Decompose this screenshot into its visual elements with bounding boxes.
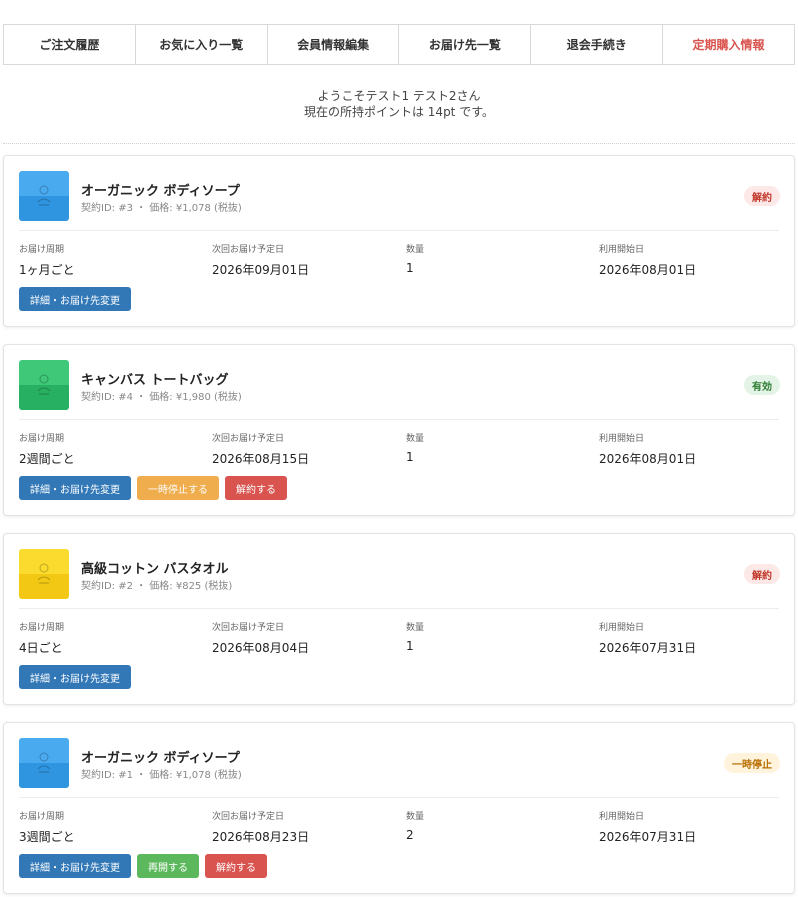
status-badge: 解約 [744, 186, 780, 206]
quantity: 数量 1 [406, 434, 425, 464]
status-badge: 有効 [744, 375, 780, 395]
start-date: 利用開始日 2026年08月01日 [599, 434, 697, 466]
start-date: 利用開始日 2026年07月31日 [599, 812, 697, 844]
welcome-greeting: ようこそテスト1 テスト2さん [317, 89, 481, 103]
contract-meta: 契約ID: #4 ・ 価格: ¥1,980 (税抜) [81, 392, 242, 403]
tab-delivery-addresses[interactable]: お届け先一覧 [399, 25, 532, 64]
card-actions: 詳細・お届け先変更 [19, 665, 131, 689]
card-divider [19, 797, 779, 798]
placeholder-image-icon [37, 185, 51, 206]
card-divider [19, 419, 779, 420]
subscription-card: 高級コットン バスタオル 契約ID: #2 ・ 価格: ¥825 (税抜) 解約… [3, 533, 795, 705]
quantity: 数量 1 [406, 623, 425, 653]
cancel-subscription-button[interactable]: 解約する [225, 476, 287, 500]
tab-order-history[interactable]: ご注文履歴 [4, 25, 136, 64]
contract-meta: 契約ID: #2 ・ 価格: ¥825 (税抜) [81, 581, 233, 592]
start-date: 利用開始日 2026年08月01日 [599, 245, 697, 277]
contract-meta: 契約ID: #1 ・ 価格: ¥1,078 (税抜) [81, 770, 242, 781]
tab-member-edit[interactable]: 会員情報編集 [267, 25, 400, 64]
subscription-card: オーガニック ボディソープ 契約ID: #1 ・ 価格: ¥1,078 (税抜)… [3, 722, 795, 894]
next-delivery-date: 次回お届け予定日 2026年08月15日 [212, 434, 310, 466]
delivery-cycle: お届け周期 2週間ごと [19, 434, 75, 466]
status-badge: 一時停止 [724, 753, 780, 773]
resume-button[interactable]: 再開する [137, 854, 199, 878]
tab-subscriptions[interactable]: 定期購入情報 [663, 25, 794, 64]
subscription-card: キャンバス トートバッグ 契約ID: #4 ・ 価格: ¥1,980 (税抜) … [3, 344, 795, 516]
delivery-cycle: お届け周期 1ヶ月ごと [19, 245, 75, 277]
points-balance: 現在の所持ポイントは 14pt です。 [303, 105, 495, 119]
product-name: キャンバス トートバッグ [81, 373, 229, 388]
next-delivery-date: 次回お届け予定日 2026年08月04日 [212, 623, 310, 655]
delivery-cycle: お届け周期 3週間ごと [19, 812, 75, 844]
contract-meta: 契約ID: #3 ・ 価格: ¥1,078 (税抜) [81, 203, 242, 214]
tab-favorites[interactable]: お気に入り一覧 [135, 25, 268, 64]
product-name: オーガニック ボディソープ [81, 751, 240, 766]
card-actions: 詳細・お届け先変更 再開する 解約する [19, 854, 267, 878]
start-date: 利用開始日 2026年07月31日 [599, 623, 697, 655]
product-thumbnail [19, 171, 69, 221]
detail-change-address-button[interactable]: 詳細・お届け先変更 [19, 287, 131, 311]
product-name: オーガニック ボディソープ [81, 184, 240, 199]
detail-change-address-button[interactable]: 詳細・お届け先変更 [19, 476, 131, 500]
product-thumbnail [19, 549, 69, 599]
pause-button[interactable]: 一時停止する [137, 476, 219, 500]
card-actions: 詳細・お届け先変更 一時停止する 解約する [19, 476, 287, 500]
detail-change-address-button[interactable]: 詳細・お届け先変更 [19, 665, 131, 689]
product-name: 高級コットン バスタオル [81, 562, 229, 577]
delivery-cycle: お届け周期 4日ごと [19, 623, 65, 655]
placeholder-image-icon [37, 374, 51, 395]
quantity: 数量 1 [406, 245, 425, 275]
next-delivery-date: 次回お届け予定日 2026年09月01日 [212, 245, 310, 277]
status-badge: 解約 [744, 564, 780, 584]
welcome-message: ようこそテスト1 テスト2さん 現在の所持ポイントは 14pt です。 [0, 88, 798, 120]
divider [3, 143, 795, 144]
tab-withdraw[interactable]: 退会手続き [531, 25, 664, 64]
placeholder-image-icon [37, 752, 51, 773]
detail-change-address-button[interactable]: 詳細・お届け先変更 [19, 854, 131, 878]
next-delivery-date: 次回お届け予定日 2026年08月23日 [212, 812, 310, 844]
card-actions: 詳細・お届け先変更 [19, 287, 131, 311]
card-divider [19, 608, 779, 609]
subscription-card: オーガニック ボディソープ 契約ID: #3 ・ 価格: ¥1,078 (税抜)… [3, 155, 795, 327]
product-thumbnail [19, 360, 69, 410]
mypage-tab-nav: ご注文履歴 お気に入り一覧 会員情報編集 お届け先一覧 退会手続き 定期購入情報 [3, 24, 795, 65]
card-divider [19, 230, 779, 231]
product-thumbnail [19, 738, 69, 788]
placeholder-image-icon [37, 563, 51, 584]
cancel-subscription-button[interactable]: 解約する [205, 854, 267, 878]
quantity: 数量 2 [406, 812, 425, 842]
